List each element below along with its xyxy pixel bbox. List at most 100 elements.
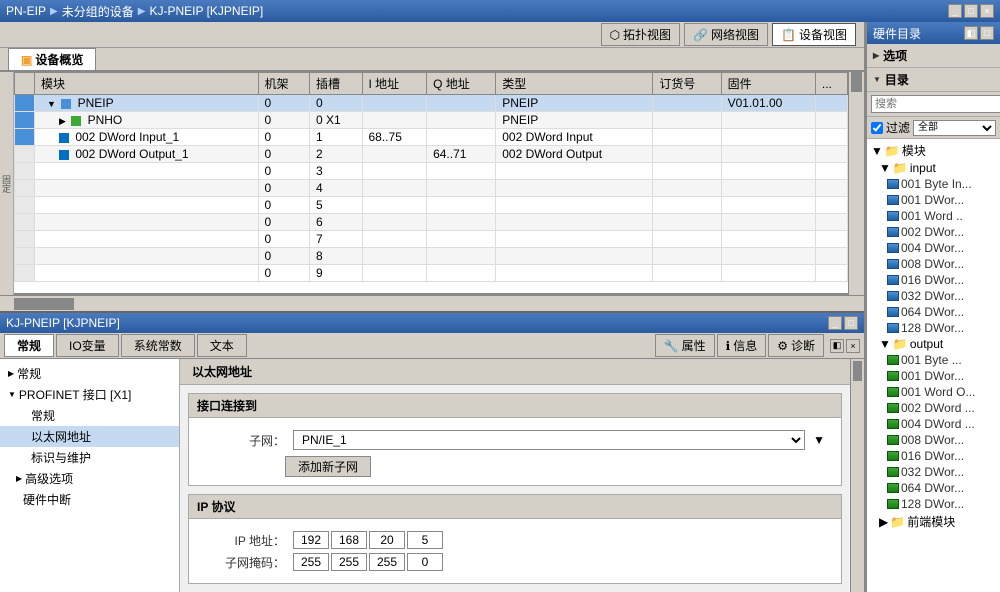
catalog-item[interactable]: 016 DWor... <box>867 272 1000 288</box>
device-view-button[interactable]: 📋 设备视图 <box>772 23 856 46</box>
catalog-root-folder[interactable]: ▼ 📁 模块 <box>867 141 1000 160</box>
ip-octet-1[interactable] <box>293 531 329 549</box>
catalog-item[interactable]: 001 Byte In... <box>867 176 1000 192</box>
network-icon: 🔗 <box>693 28 708 42</box>
table-row[interactable]: 002 DWord Input_1 0 1 68..75 002 DWord I… <box>15 129 848 146</box>
catalog-search-input[interactable] <box>871 95 1000 113</box>
catalog-item[interactable]: 001 DWor... <box>867 368 1000 384</box>
table-row[interactable]: 002 DWord Output_1 0 2 64..71 002 DWord … <box>15 146 848 163</box>
catalog-item[interactable]: 016 DWor... <box>867 448 1000 464</box>
table-row[interactable]: 0 8 <box>15 248 848 265</box>
catalog-item[interactable]: 001 Word .. <box>867 208 1000 224</box>
row-indicator <box>15 265 35 282</box>
col-module[interactable]: 模块 <box>35 73 259 95</box>
catalog-item[interactable]: 001 Word O... <box>867 384 1000 400</box>
filter-label: 过滤 <box>886 119 910 136</box>
sidebar-item[interactable]: ▶ 高级选项 <box>0 468 179 489</box>
row-rack: 0 <box>258 265 310 282</box>
add-subnet-button[interactable]: 添加新子网 <box>285 456 371 477</box>
catalog-output-folder[interactable]: ▼ 📁 output <box>867 336 1000 352</box>
table-row[interactable]: 0 4 <box>15 180 848 197</box>
maximize-button[interactable]: □ <box>964 4 978 18</box>
table-row[interactable]: 0 6 <box>15 214 848 231</box>
tab-diagnostics[interactable]: ⚙ 诊断 <box>768 334 824 357</box>
module-icon <box>887 227 899 237</box>
col-slot[interactable]: 插槽 <box>310 73 362 95</box>
sidebar-item[interactable]: 标识与维护 <box>0 447 179 468</box>
lower-minimize-btn[interactable]: _ <box>828 316 842 330</box>
sidebar-item[interactable]: 以太网地址 <box>0 426 179 447</box>
row-slot: 0 X1 <box>310 112 362 129</box>
table-row[interactable]: ▼ PNEIP 0 0 PNEIP V01.01.00 <box>15 95 848 112</box>
row-more <box>815 95 847 112</box>
col-rack[interactable]: 机架 <box>258 73 310 95</box>
lower-content: ▶ 常规 ▼ PROFINET 接口 [X1] 常规 以太网地址 标识与维护 ▶… <box>0 359 864 592</box>
ip-octet-4[interactable] <box>407 531 443 549</box>
topology-view-button[interactable]: ⬡ 拓扑视图 <box>601 23 681 46</box>
catalog-item[interactable]: 004 DWord ... <box>867 416 1000 432</box>
col-i-addr[interactable]: I 地址 <box>362 73 427 95</box>
tab-general[interactable]: 常规 <box>4 334 54 357</box>
col-q-addr[interactable]: Q 地址 <box>427 73 496 95</box>
table-scrollbar-h[interactable] <box>0 295 864 311</box>
catalog-item[interactable]: 002 DWord ... <box>867 400 1000 416</box>
lower-maximize-btn[interactable]: □ <box>844 316 858 330</box>
table-row[interactable]: 0 7 <box>15 231 848 248</box>
catalog-input-folder[interactable]: ▼ 📁 input <box>867 160 1000 176</box>
catalog-item[interactable]: 032 DWor... <box>867 288 1000 304</box>
catalog-item[interactable]: 001 Byte ... <box>867 352 1000 368</box>
network-view-button[interactable]: 🔗 网络视图 <box>684 23 768 46</box>
tab-properties[interactable]: 🔧 属性 <box>655 334 715 357</box>
mask-octet-1[interactable] <box>293 553 329 571</box>
sidebar-item[interactable]: ▼ PROFINET 接口 [X1] <box>0 384 179 405</box>
sidebar-item[interactable]: 硬件中断 <box>0 489 179 510</box>
tab-text[interactable]: 文本 <box>197 334 247 357</box>
lower-panel-btn2[interactable]: × <box>846 339 860 353</box>
mask-octet-4[interactable] <box>407 553 443 571</box>
catalog-item[interactable]: 128 DWor... <box>867 320 1000 336</box>
tab-io-vars[interactable]: IO变量 <box>56 334 119 357</box>
table-scrollbar-v[interactable] <box>848 72 864 295</box>
table-row[interactable]: 0 5 <box>15 197 848 214</box>
catalog-item[interactable]: 032 DWor... <box>867 464 1000 480</box>
table-row[interactable]: 0 3 <box>15 163 848 180</box>
sidebar-item[interactable]: ▶ 常规 <box>0 363 179 384</box>
table-row[interactable]: ▶ PNHO 0 0 X1 PNEIP <box>15 112 848 129</box>
catalog-item[interactable]: 128 DWor... <box>867 496 1000 512</box>
lower-panel-btn1[interactable]: ◧ <box>830 339 844 353</box>
col-fw[interactable]: 固件 <box>721 73 815 95</box>
table-row[interactable]: 0 9 <box>15 265 848 282</box>
filter-checkbox[interactable] <box>871 122 883 134</box>
subnet-select[interactable]: PN/IE_1 <box>293 430 805 450</box>
catalog-item[interactable]: 004 DWor... <box>867 240 1000 256</box>
catalog-item[interactable]: 001 DWor... <box>867 192 1000 208</box>
module-icon <box>887 259 899 269</box>
info-label: 信息 <box>733 337 757 354</box>
catalog-item-label: 032 DWor... <box>901 289 964 303</box>
mask-octet-2[interactable] <box>331 553 367 571</box>
minimize-button[interactable]: _ <box>948 4 962 18</box>
catalog-btn2[interactable]: □ <box>980 26 994 40</box>
device-table: 模块 机架 插槽 I 地址 Q 地址 类型 订货号 固件 ... <box>14 72 848 282</box>
tab-device-overview[interactable]: ▣ 设备概览 <box>8 48 96 70</box>
sidebar-item[interactable]: 常规 <box>0 405 179 426</box>
mask-octet-3[interactable] <box>369 553 405 571</box>
filter-select[interactable]: 全部 <box>913 120 996 136</box>
catalog-frontend-folder[interactable]: ▶ 📁 前端模块 <box>867 512 1000 531</box>
close-button[interactable]: × <box>980 4 994 18</box>
tab-info[interactable]: ℹ 信息 <box>717 334 767 357</box>
device-table-container[interactable]: 模块 机架 插槽 I 地址 Q 地址 类型 订货号 固件 ... <box>14 72 848 295</box>
col-order[interactable]: 订货号 <box>653 73 721 95</box>
lower-main-scrollbar[interactable] <box>850 359 864 592</box>
catalog-item[interactable]: 008 DWor... <box>867 432 1000 448</box>
ip-octet-3[interactable] <box>369 531 405 549</box>
catalog-item[interactable]: 008 DWor... <box>867 256 1000 272</box>
catalog-item[interactable]: 002 DWor... <box>867 224 1000 240</box>
ip-octet-2[interactable] <box>331 531 367 549</box>
tab-sys-const[interactable]: 系统常数 <box>121 334 195 357</box>
catalog-item[interactable]: 064 DWor... <box>867 480 1000 496</box>
row-module: ▼ PNEIP <box>35 95 259 112</box>
catalog-btn1[interactable]: ◧ <box>964 26 978 40</box>
col-type[interactable]: 类型 <box>496 73 653 95</box>
catalog-item[interactable]: 064 DWor... <box>867 304 1000 320</box>
